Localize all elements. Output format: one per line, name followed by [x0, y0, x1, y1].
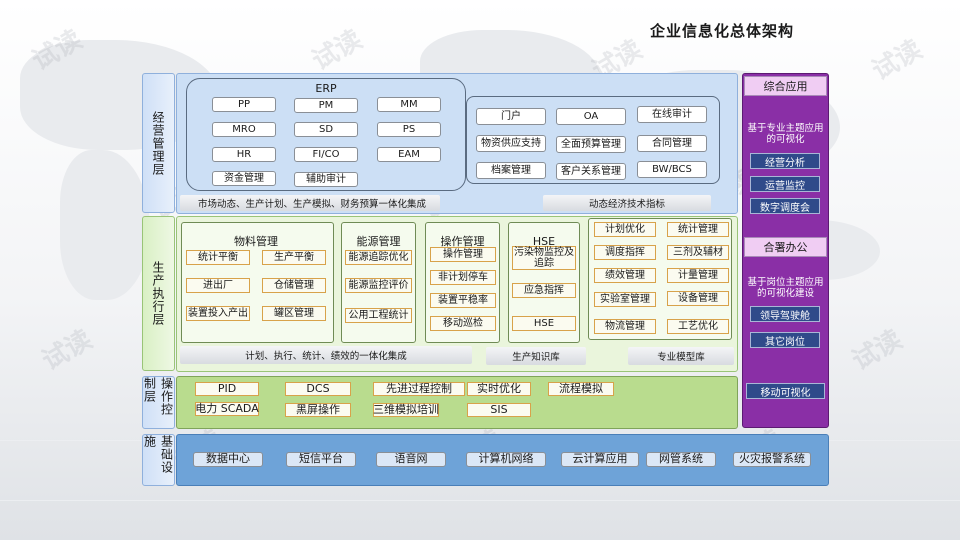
material-item: 统计平衡 — [186, 250, 250, 265]
application-item: 运营监控 — [750, 176, 820, 192]
application-mobile: 移动可视化 — [746, 383, 825, 399]
production-strip-knowledge: 生产知识库 — [486, 347, 586, 365]
application-desc-position: 基于岗位主题应用的可视化建设 — [747, 277, 824, 300]
infra-item-cloud: 云计算应用 — [561, 452, 639, 467]
material-title: 物料管理 — [234, 235, 278, 248]
production-item: 设备管理 — [667, 291, 729, 306]
material-item: 进出厂 — [186, 278, 250, 293]
control-item-apc: 先进过程控制 — [373, 382, 465, 396]
system-oa: OA — [556, 108, 626, 125]
control-item-3d-training: 三维模拟培训 — [373, 402, 439, 417]
material-item: 仓储管理 — [262, 278, 326, 293]
layer-label-control: 操作控制层 — [142, 376, 175, 429]
energy-title: 能源管理 — [356, 235, 401, 248]
watermark: 试读 — [37, 324, 98, 377]
application-integrated-title: 综合应用 — [744, 76, 827, 96]
infra-item-sms: 短信平台 — [286, 452, 356, 467]
control-item-rto: 实时优化 — [467, 382, 531, 396]
production-strip-models: 专业模型库 — [628, 347, 734, 365]
erp-module-fico: FI/CO — [294, 147, 358, 162]
material-item: 罐区管理 — [262, 306, 326, 321]
material-item: 装置投入产出 — [186, 306, 250, 321]
control-item-scada: 电力 SCADA — [195, 401, 259, 416]
erp-module-eam: EAM — [377, 147, 441, 162]
watermark: 试读 — [847, 324, 908, 377]
system-crm: 客户关系管理 — [556, 163, 626, 180]
erp-title: ERP — [315, 82, 337, 95]
production-item: 实验室管理 — [594, 292, 656, 307]
erp-module-sd: SD — [294, 122, 358, 137]
material-item: 生产平衡 — [262, 250, 326, 265]
watermark: 试读 — [27, 24, 88, 77]
watermark: 试读 — [867, 34, 928, 87]
operation-item: 移动巡检 — [430, 316, 496, 331]
infra-item-nms: 网管系统 — [646, 452, 716, 467]
operation-item: 操作管理 — [430, 247, 496, 262]
control-item-sis: SIS — [467, 403, 531, 417]
system-portal: 门户 — [476, 108, 546, 125]
energy-item: 公用工程统计 — [345, 308, 412, 323]
application-item: 经营分析 — [750, 153, 820, 169]
application-item: 领导驾驶舱 — [750, 306, 820, 322]
erp-module-fund: 资金管理 — [212, 171, 276, 186]
control-item-pid: PID — [195, 382, 259, 396]
watermark: 试读 — [307, 24, 368, 77]
infra-item-fire-alarm: 火灾报警系统 — [733, 452, 811, 467]
control-item-black-screen: 黑屏操作 — [285, 403, 351, 417]
production-item: 计划优化 — [594, 222, 656, 237]
hse-item: HSE — [512, 316, 576, 331]
production-item: 统计管理 — [667, 222, 729, 237]
erp-module-mro: MRO — [212, 122, 276, 137]
control-item-simulation: 流程模拟 — [548, 382, 614, 396]
system-bw-bcs: BW/BCS — [637, 161, 707, 178]
system-online-audit: 在线审计 — [637, 106, 707, 123]
production-item: 绩效管理 — [594, 268, 656, 283]
layer-label-business: 经营管理层 — [142, 73, 175, 213]
erp-module-audit: 辅助审计 — [294, 172, 358, 187]
system-archive: 档案管理 — [476, 162, 546, 179]
erp-module-hr: HR — [212, 147, 276, 162]
application-item: 数字调度会 — [750, 198, 820, 214]
erp-module-ps: PS — [377, 122, 441, 137]
production-item: 调度指挥 — [594, 245, 656, 260]
page-title: 企业信息化总体架构 — [650, 22, 795, 40]
energy-item: 能源监控评价 — [345, 278, 412, 293]
system-contract: 合同管理 — [637, 135, 707, 152]
system-supply-support: 物资供应支持 — [476, 135, 546, 152]
infra-item-network: 计算机网络 — [466, 452, 546, 467]
erp-module-pp: PP — [212, 97, 276, 112]
production-strip-left: 计划、执行、统计、绩效的一体化集成 — [180, 346, 472, 364]
business-strip-right: 动态经济技术指标 — [543, 195, 711, 211]
system-budget: 全面预算管理 — [556, 136, 626, 153]
business-strip-left: 市场动态、生产计划、生产模拟、财务预算一体化集成 — [180, 195, 440, 211]
infra-item-datacenter: 数据中心 — [193, 452, 263, 467]
control-item-dcs: DCS — [285, 382, 351, 396]
layer-label-production: 生产执行层 — [142, 216, 175, 371]
hse-item: 应急指挥 — [512, 283, 576, 298]
erp-module-pm: PM — [294, 98, 358, 113]
production-item: 计量管理 — [667, 268, 729, 283]
hse-item: 污染物监控及追踪 — [512, 246, 576, 270]
energy-item: 能源追踪优化 — [345, 250, 412, 265]
application-item: 其它岗位 — [750, 332, 820, 348]
production-item: 物流管理 — [594, 319, 656, 334]
operation-item: 装置平稳率 — [430, 293, 496, 308]
production-item: 工艺优化 — [667, 319, 729, 334]
erp-module-mm: MM — [377, 97, 441, 112]
operation-item: 非计划停车 — [430, 270, 496, 285]
layer-label-infrastructure: 基础设施 — [142, 434, 175, 486]
production-item: 三剂及辅材 — [667, 245, 729, 260]
infra-item-voice: 语音网 — [376, 452, 446, 467]
application-cooperative-title: 合署办公 — [744, 237, 827, 257]
application-desc-professional: 基于专业主题应用的可视化 — [747, 123, 824, 146]
